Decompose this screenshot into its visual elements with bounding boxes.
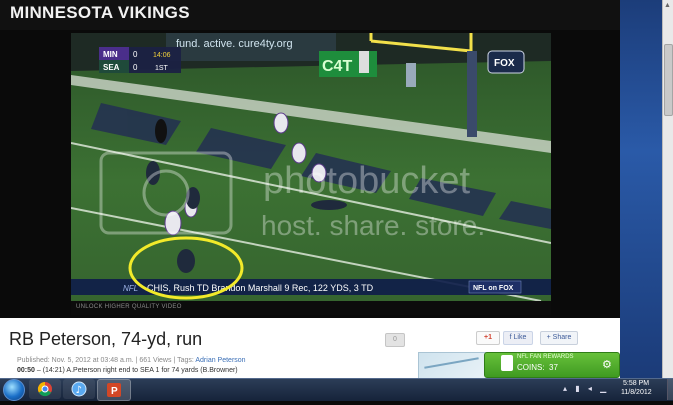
share-label: Share	[552, 334, 572, 341]
play-description: 00:50 – (14:21) A.Peterson right end to …	[17, 367, 238, 374]
tag-link[interactable]: Adrian Peterson	[195, 357, 245, 364]
video-title: RB Peterson, 74-yd, run	[9, 329, 203, 349]
scorebug-score1: 0	[133, 50, 138, 59]
scorebug-team2: SEA	[103, 63, 120, 72]
gear-icon[interactable]: ⚙	[602, 358, 612, 371]
google-plus-button[interactable]: +1	[476, 331, 500, 345]
google-plus-label: +1	[484, 334, 492, 341]
page-background-rail	[620, 0, 665, 378]
scorebug-clock: 14:06	[153, 52, 171, 59]
network-logo-text: FOX	[494, 58, 515, 69]
coins-value: 37	[549, 363, 558, 372]
scorebug: MIN SEA 0 0 14:06 1ST	[99, 47, 181, 73]
itunes-icon: ♪	[71, 381, 87, 397]
share-icon: +	[546, 334, 551, 341]
facebook-like-button[interactable]: f Like	[503, 331, 533, 345]
site-title: MINNESOTA VIKINGS	[10, 3, 190, 22]
svg-text:♪: ♪	[76, 385, 82, 396]
stadium-board-text: C4T	[322, 58, 352, 75]
ticker-text: CHIS, Rush TD Brandon Marshall 9 Rec, 12…	[147, 283, 374, 293]
scorebug-team1: MIN	[103, 50, 118, 59]
taskbar-chrome-button[interactable]	[29, 379, 61, 399]
chrome-icon	[37, 381, 52, 397]
like-label: Like	[513, 334, 527, 341]
goal-post-pad	[467, 51, 477, 137]
system-tray-icons[interactable]: ▴ ▮ ◂ ▁	[563, 384, 609, 393]
scroll-up-arrow-icon[interactable]: ▲	[664, 2, 671, 10]
publish-meta: Published: Nov. 5, 2012 at 03:48 a.m. | …	[17, 357, 246, 364]
nfl-shield-icon	[501, 355, 513, 371]
taskbar-powerpoint-button[interactable]: P	[97, 379, 131, 401]
ticker-logo-text: NFL on FOX	[473, 285, 514, 292]
comment-count-bubble[interactable]: 0	[385, 333, 405, 347]
hq-video-link[interactable]: UNLOCK HIGHER QUALITY VIDEO	[76, 304, 182, 310]
start-button[interactable]	[3, 379, 25, 401]
scorebug-down: 1ST	[155, 65, 169, 72]
publish-meta-text: Published: Nov. 5, 2012 at 03:48 a.m. | …	[17, 357, 194, 364]
play-description-text: – (14:21) A.Peterson right end to SEA 1 …	[34, 367, 238, 374]
watermark-tagline: host. share. store.	[261, 210, 485, 241]
taskbar-itunes-button[interactable]: ♪	[63, 379, 95, 399]
video-player[interactable]: fund. active. cure4ty.org C4T FOX MIN SE…	[71, 33, 551, 301]
rewards-title: NFL FAN REWARDS	[517, 354, 574, 360]
like-icon: f	[509, 334, 512, 341]
scorebug-score2: 0	[133, 63, 138, 72]
watermark-brand: photobucket	[263, 160, 470, 202]
taskbar-clock-time[interactable]: 5:58 PM	[623, 380, 649, 387]
rewards-coins: COINS: 37	[517, 363, 558, 372]
powerpoint-icon: P	[107, 383, 121, 397]
share-button[interactable]: + Share	[540, 331, 578, 345]
taskbar-clock-date[interactable]: 11/8/2012	[621, 389, 652, 396]
coins-label: COINS:	[517, 363, 545, 372]
ad-board-text: fund. active. cure4ty.org	[176, 38, 293, 50]
play-time: 00:50	[17, 367, 35, 374]
sideline-person	[359, 51, 369, 73]
ticker-prefix: NFL	[123, 284, 138, 293]
scrollbar-thumb[interactable]	[664, 44, 673, 116]
svg-text:P: P	[111, 386, 118, 397]
show-desktop-button[interactable]	[667, 379, 673, 400]
video-frame: fund. active. cure4ty.org C4T FOX MIN SE…	[71, 33, 551, 301]
referee	[155, 119, 167, 143]
sideline-person	[406, 63, 416, 87]
